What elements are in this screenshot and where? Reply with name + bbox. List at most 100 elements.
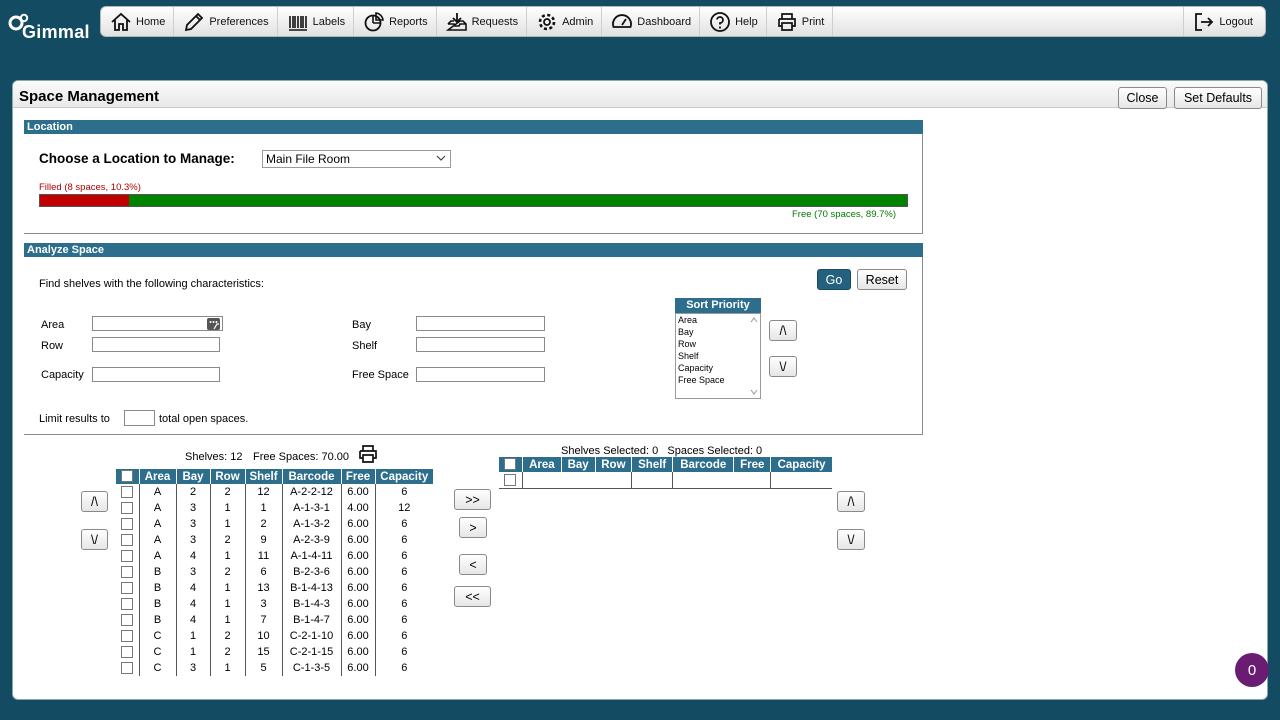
table-row[interactable]: A 3 1 1 A-1-3-1 4.00 12: [116, 500, 433, 516]
selected-col-barcode[interactable]: Barcode: [672, 457, 735, 472]
capacity-input[interactable]: [92, 367, 220, 382]
selected-move-down-button[interactable]: \/: [837, 529, 865, 550]
table-row[interactable]: C 1 2 10 C-2-1-10 6.00 6: [116, 628, 433, 644]
nav-logout[interactable]: Logout: [1183, 7, 1265, 36]
cell-shelf: 13: [245, 580, 283, 596]
row-checkbox-cell[interactable]: [116, 628, 140, 644]
selected-col-area[interactable]: Area: [522, 457, 562, 472]
row-checkbox[interactable]: [121, 582, 134, 595]
row-checkbox-cell[interactable]: [116, 564, 140, 580]
row-checkbox[interactable]: [121, 662, 134, 675]
col-bay[interactable]: Bay: [176, 469, 211, 484]
row-checkbox[interactable]: [121, 518, 134, 531]
row-checkbox-cell[interactable]: [116, 532, 140, 548]
row-checkbox[interactable]: [121, 534, 134, 547]
move-right-button[interactable]: >: [459, 517, 487, 538]
col-row[interactable]: Row: [210, 469, 246, 484]
row-checkbox-cell[interactable]: [116, 548, 140, 564]
selected-col-shelf[interactable]: Shelf: [631, 457, 674, 472]
area-input[interactable]: [92, 316, 223, 331]
table-row[interactable]: B 4 1 7 B-1-4-7 6.00 6: [116, 612, 433, 628]
nav-help[interactable]: Help: [700, 7, 767, 36]
table-row[interactable]: B 3 2 6 B-2-3-6 6.00 6: [116, 564, 433, 580]
row-checkbox-cell[interactable]: [116, 516, 140, 532]
col-capacity[interactable]: Capacity: [375, 469, 433, 484]
table-row[interactable]: A 4 1 11 A-1-4-11 6.00 6: [116, 548, 433, 564]
table-row[interactable]: A 3 1 2 A-1-3-2 6.00 6: [116, 516, 433, 532]
row-checkbox[interactable]: [121, 646, 134, 659]
nav-preferences[interactable]: Preferences: [174, 7, 278, 36]
col-area[interactable]: Area: [139, 469, 177, 484]
move-left-button[interactable]: <: [459, 554, 487, 575]
col-barcode[interactable]: Barcode: [282, 469, 342, 484]
row-checkbox[interactable]: [121, 614, 134, 627]
cell-bay: 3: [176, 532, 211, 548]
table-row[interactable]: B 4 1 13 B-1-4-13 6.00 6: [116, 580, 433, 596]
set-defaults-button[interactable]: Set Defaults: [1174, 87, 1262, 109]
notification-badge[interactable]: 0: [1235, 653, 1269, 687]
selected-empty-checkbox-cell[interactable]: [499, 472, 523, 488]
sort-move-up-button[interactable]: /\: [769, 320, 797, 341]
row-checkbox-cell[interactable]: [116, 612, 140, 628]
col-free[interactable]: Free: [341, 469, 376, 484]
close-button[interactable]: Close: [1118, 87, 1167, 109]
nav-labels-label: Labels: [312, 15, 346, 28]
selected-col-capacity[interactable]: Capacity: [770, 457, 832, 472]
nav-admin[interactable]: Admin: [527, 7, 603, 36]
nav-reports[interactable]: Reports: [354, 7, 437, 36]
selected-col-free[interactable]: Free: [733, 457, 772, 472]
results-move-down-button[interactable]: \/: [81, 529, 108, 550]
row-checkbox[interactable]: [121, 598, 134, 611]
sort-list-scrollbar[interactable]: [748, 314, 760, 398]
selected-row-checkbox[interactable]: [504, 473, 517, 486]
row-checkbox-cell[interactable]: [116, 644, 140, 660]
shelf-input[interactable]: [416, 337, 545, 352]
lookup-icon[interactable]: [207, 318, 220, 330]
table-row[interactable]: A 2 2 12 A-2-2-12 6.00 6: [116, 484, 433, 500]
bay-input[interactable]: [416, 316, 545, 331]
table-row[interactable]: B 4 1 3 B-1-4-3 6.00 6: [116, 596, 433, 612]
reset-button[interactable]: Reset: [857, 269, 907, 290]
results-move-up-button[interactable]: /\: [81, 491, 108, 512]
selected-col-row[interactable]: Row: [595, 457, 633, 472]
row-input[interactable]: [92, 337, 220, 352]
selected-move-up-button[interactable]: /\: [837, 491, 865, 512]
select-all-checkbox[interactable]: [121, 470, 134, 483]
row-checkbox[interactable]: [121, 550, 134, 563]
limit-input[interactable]: [124, 410, 155, 426]
table-row[interactable]: A 3 2 9 A-2-3-9 6.00 6: [116, 532, 433, 548]
select-all-header[interactable]: [116, 469, 140, 484]
row-checkbox[interactable]: [121, 630, 134, 643]
cell-free: 6.00: [341, 644, 376, 660]
row-checkbox[interactable]: [121, 566, 134, 579]
location-select[interactable]: Main File Room: [262, 150, 451, 168]
nav-labels[interactable]: Labels: [278, 7, 355, 36]
move-all-right-button[interactable]: >>: [454, 489, 491, 510]
move-all-left-button[interactable]: <<: [454, 586, 491, 607]
gimmal-logo[interactable]: Gimmal: [6, 8, 94, 42]
table-row[interactable]: C 1 2 15 C-2-1-15 6.00 6: [116, 644, 433, 660]
nav-requests[interactable]: Requests: [437, 7, 528, 36]
go-button[interactable]: Go: [817, 269, 851, 290]
nav-home[interactable]: Home: [101, 7, 175, 36]
selected-col-bay[interactable]: Bay: [561, 457, 596, 472]
free-space-input[interactable]: [416, 367, 545, 382]
selected-select-all-header[interactable]: [499, 457, 523, 472]
row-checkbox-cell[interactable]: [116, 580, 140, 596]
cell-shelf: 15: [245, 644, 283, 660]
row-checkbox-cell[interactable]: [116, 484, 140, 500]
nav-print[interactable]: Print: [767, 7, 834, 36]
table-row[interactable]: C 3 1 5 C-1-3-5 6.00 6: [116, 660, 433, 676]
row-checkbox[interactable]: [121, 502, 134, 515]
row-checkbox-cell[interactable]: [116, 660, 140, 676]
nav-dashboard[interactable]: Dashboard: [602, 7, 701, 36]
sort-priority-list[interactable]: Area Bay Row Shelf Capacity Free Space: [675, 313, 761, 399]
row-checkbox-cell[interactable]: [116, 596, 140, 612]
gear-icon: [538, 13, 556, 30]
selected-select-all-checkbox[interactable]: [504, 458, 517, 471]
col-shelf[interactable]: Shelf: [245, 469, 283, 484]
row-checkbox-cell[interactable]: [116, 500, 140, 516]
print-results-icon[interactable]: [357, 443, 379, 465]
row-checkbox[interactable]: [121, 486, 134, 499]
sort-move-down-button[interactable]: \/: [769, 356, 797, 377]
